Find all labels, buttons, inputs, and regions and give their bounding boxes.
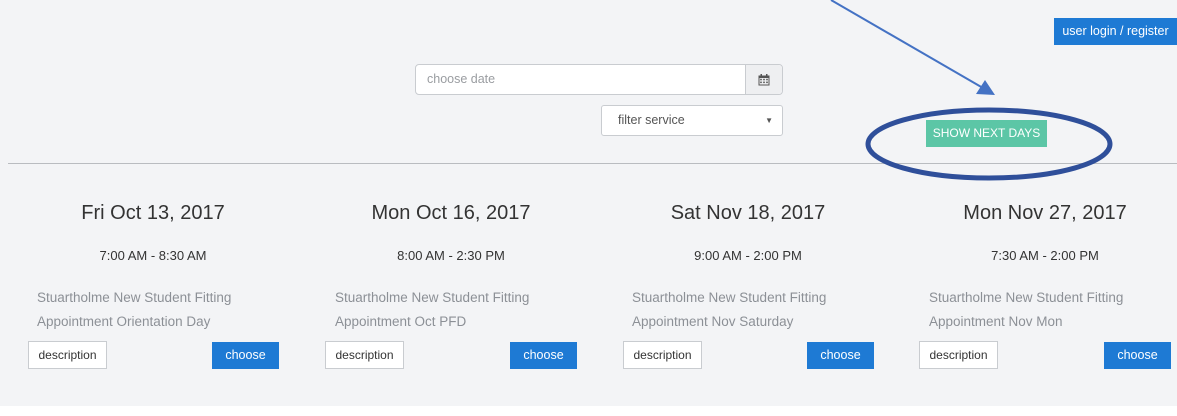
user-login-register-button[interactable]: user login / register: [1054, 18, 1177, 45]
day-card: Mon Oct 16, 2017 8:00 AM - 2:30 PM Stuar…: [311, 196, 591, 329]
appointment-title-line: Appointment Orientation Day: [37, 314, 211, 329]
description-button[interactable]: description: [28, 341, 107, 369]
appointment-title-line: Stuartholme New Student Fitting: [632, 290, 827, 305]
choose-button[interactable]: choose: [807, 342, 874, 369]
date-placeholder: choose date: [427, 72, 496, 86]
filter-service-select[interactable]: filter service ▼: [601, 105, 783, 136]
day-date: Mon Oct 16, 2017: [371, 202, 531, 224]
filter-service-value: filter service: [618, 113, 685, 127]
day-card: Mon Nov 27, 2017 7:30 AM - 2:00 PM Stuar…: [905, 196, 1177, 329]
day-date: Sat Nov 18, 2017: [670, 202, 826, 224]
choose-button[interactable]: choose: [510, 342, 577, 369]
day-date: Fri Oct 13, 2017: [81, 202, 225, 224]
appointment-title-line: Stuartholme New Student Fitting: [929, 290, 1124, 305]
day-date: Mon Nov 27, 2017: [963, 202, 1127, 224]
appointment-title: Stuartholme New Student Fitting Appointm…: [929, 286, 1177, 334]
appointment-title: Stuartholme New Student Fitting Appointm…: [335, 286, 595, 334]
description-button[interactable]: description: [325, 341, 404, 369]
day-time: 9:00 AM - 2:00 PM: [694, 248, 802, 263]
choose-date-input[interactable]: choose date: [415, 64, 783, 95]
appointment-title-line: Appointment Nov Saturday: [632, 314, 794, 329]
appointment-title-line: Stuartholme New Student Fitting: [37, 290, 232, 305]
appointment-title-line: Appointment Oct PFD: [335, 314, 467, 329]
day-time: 7:30 AM - 2:00 PM: [991, 248, 1099, 263]
choose-button[interactable]: choose: [1104, 342, 1171, 369]
day-time: 8:00 AM - 2:30 PM: [397, 248, 505, 263]
show-next-days-button[interactable]: SHOW NEXT DAYS: [926, 120, 1047, 147]
day-card: Sat Nov 18, 2017 9:00 AM - 2:00 PM Stuar…: [608, 196, 888, 329]
caret-down-icon: ▼: [765, 116, 773, 125]
calendar-icon[interactable]: [745, 65, 782, 94]
choose-button[interactable]: choose: [212, 342, 279, 369]
appointment-title: Stuartholme New Student Fitting Appointm…: [632, 286, 892, 334]
description-button[interactable]: description: [919, 341, 998, 369]
day-card: Fri Oct 13, 2017 7:00 AM - 8:30 AM Stuar…: [13, 196, 293, 329]
appointment-title-line: Stuartholme New Student Fitting: [335, 290, 530, 305]
description-button[interactable]: description: [623, 341, 702, 369]
header-divider: [8, 163, 1177, 164]
day-time: 7:00 AM - 8:30 AM: [99, 248, 207, 263]
appointment-title: Stuartholme New Student Fitting Appointm…: [37, 286, 297, 334]
appointment-title-line: Appointment Nov Mon: [929, 314, 1063, 329]
